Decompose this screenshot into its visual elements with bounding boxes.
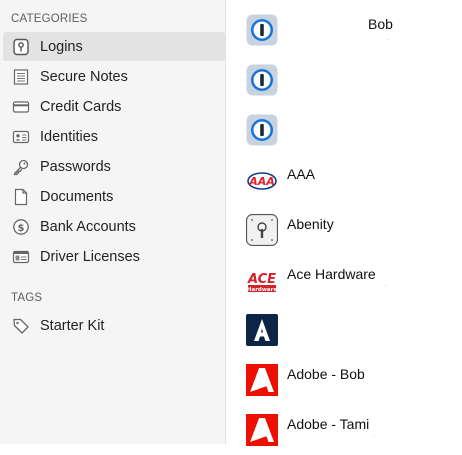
- sidebar-item-logins[interactable]: Logins: [3, 32, 225, 61]
- svg-text:Hardware: Hardware: [247, 287, 277, 293]
- letter-a-logo-icon: [246, 314, 278, 346]
- sidebar-item-passwords[interactable]: Passwords: [3, 152, 225, 181]
- categories-header: CATEGORIES: [11, 13, 88, 25]
- item-list: Bob . AAA AAA Abenity ACE Hardware Ace Ha…: [227, 0, 462, 446]
- svg-text:$: $: [18, 223, 25, 234]
- ace-hardware-logo-icon: ACE Hardware: [246, 264, 278, 296]
- list-item[interactable]: [227, 305, 462, 355]
- sidebar-item-bank-accounts[interactable]: $ Bank Accounts: [3, 212, 225, 241]
- identity-card-icon: [12, 128, 30, 146]
- key-icon: [12, 158, 30, 176]
- sidebar-item-label: Driver Licenses: [40, 248, 140, 265]
- adobe-logo-icon: [246, 414, 278, 446]
- adobe-logo-icon: [246, 364, 278, 396]
- onepassword-icon: [246, 14, 278, 46]
- dollar-coin-icon: $: [12, 218, 30, 236]
- truncation-mark: .: [387, 35, 389, 42]
- truncation-mark: .: [373, 431, 375, 438]
- item-title: Ace Hardware: [287, 266, 376, 282]
- key-lock-icon: [12, 38, 30, 56]
- sidebar-item-secure-notes[interactable]: Secure Notes: [3, 62, 225, 91]
- list-item[interactable]: Adobe - Bob: [227, 355, 462, 405]
- list-item[interactable]: [227, 105, 462, 155]
- document-icon: [12, 188, 30, 206]
- list-item[interactable]: AAA AAA: [227, 155, 462, 205]
- svg-text:AAA: AAA: [248, 175, 275, 188]
- license-card-icon: [12, 248, 30, 266]
- credit-card-icon: [12, 98, 30, 116]
- list-item[interactable]: ACE Hardware Ace Hardware .: [227, 255, 462, 305]
- sidebar-item-driver-licenses[interactable]: Driver Licenses: [3, 242, 225, 271]
- sidebar-item-label: Secure Notes: [40, 68, 128, 85]
- sidebar-item-label: Credit Cards: [40, 98, 122, 115]
- list-item[interactable]: [227, 55, 462, 105]
- list-item[interactable]: Adobe - Tami .: [227, 405, 462, 455]
- sidebar-item-label: Bank Accounts: [40, 218, 136, 235]
- item-title: Adobe - Tami: [287, 416, 370, 432]
- onepassword-icon: [246, 114, 278, 146]
- sidebar-item-label: Passwords: [40, 158, 111, 175]
- tag-icon: [12, 317, 30, 335]
- keyhole-icon: [246, 214, 278, 246]
- note-icon: [12, 68, 30, 86]
- list-item[interactable]: Abenity: [227, 205, 462, 255]
- sidebar-item-label: Starter Kit: [40, 317, 105, 334]
- list-item[interactable]: Bob .: [227, 5, 462, 55]
- aaa-logo-icon: AAA: [246, 164, 278, 196]
- sidebar-item-credit-cards[interactable]: Credit Cards: [3, 92, 225, 121]
- item-title: Bob: [368, 16, 393, 32]
- item-title: Adobe - Bob: [287, 366, 365, 382]
- sidebar: CATEGORIES Logins Secure Notes Credit Ca…: [0, 0, 226, 444]
- item-title: AAA: [287, 166, 316, 182]
- sidebar-item-label: Documents: [40, 188, 114, 205]
- item-title: Abenity: [287, 216, 334, 232]
- sidebar-item-identities[interactable]: Identities: [3, 122, 225, 151]
- sidebar-item-documents[interactable]: Documents: [3, 182, 225, 211]
- sidebar-item-label: Identities: [40, 128, 99, 145]
- sidebar-item-label: Logins: [40, 38, 83, 55]
- truncation-mark: .: [385, 281, 387, 288]
- svg-text:ACE: ACE: [247, 272, 276, 287]
- onepassword-icon: [246, 64, 278, 96]
- tags-header: TAGS: [11, 292, 43, 304]
- sidebar-item-starter-kit[interactable]: Starter Kit: [3, 311, 225, 340]
